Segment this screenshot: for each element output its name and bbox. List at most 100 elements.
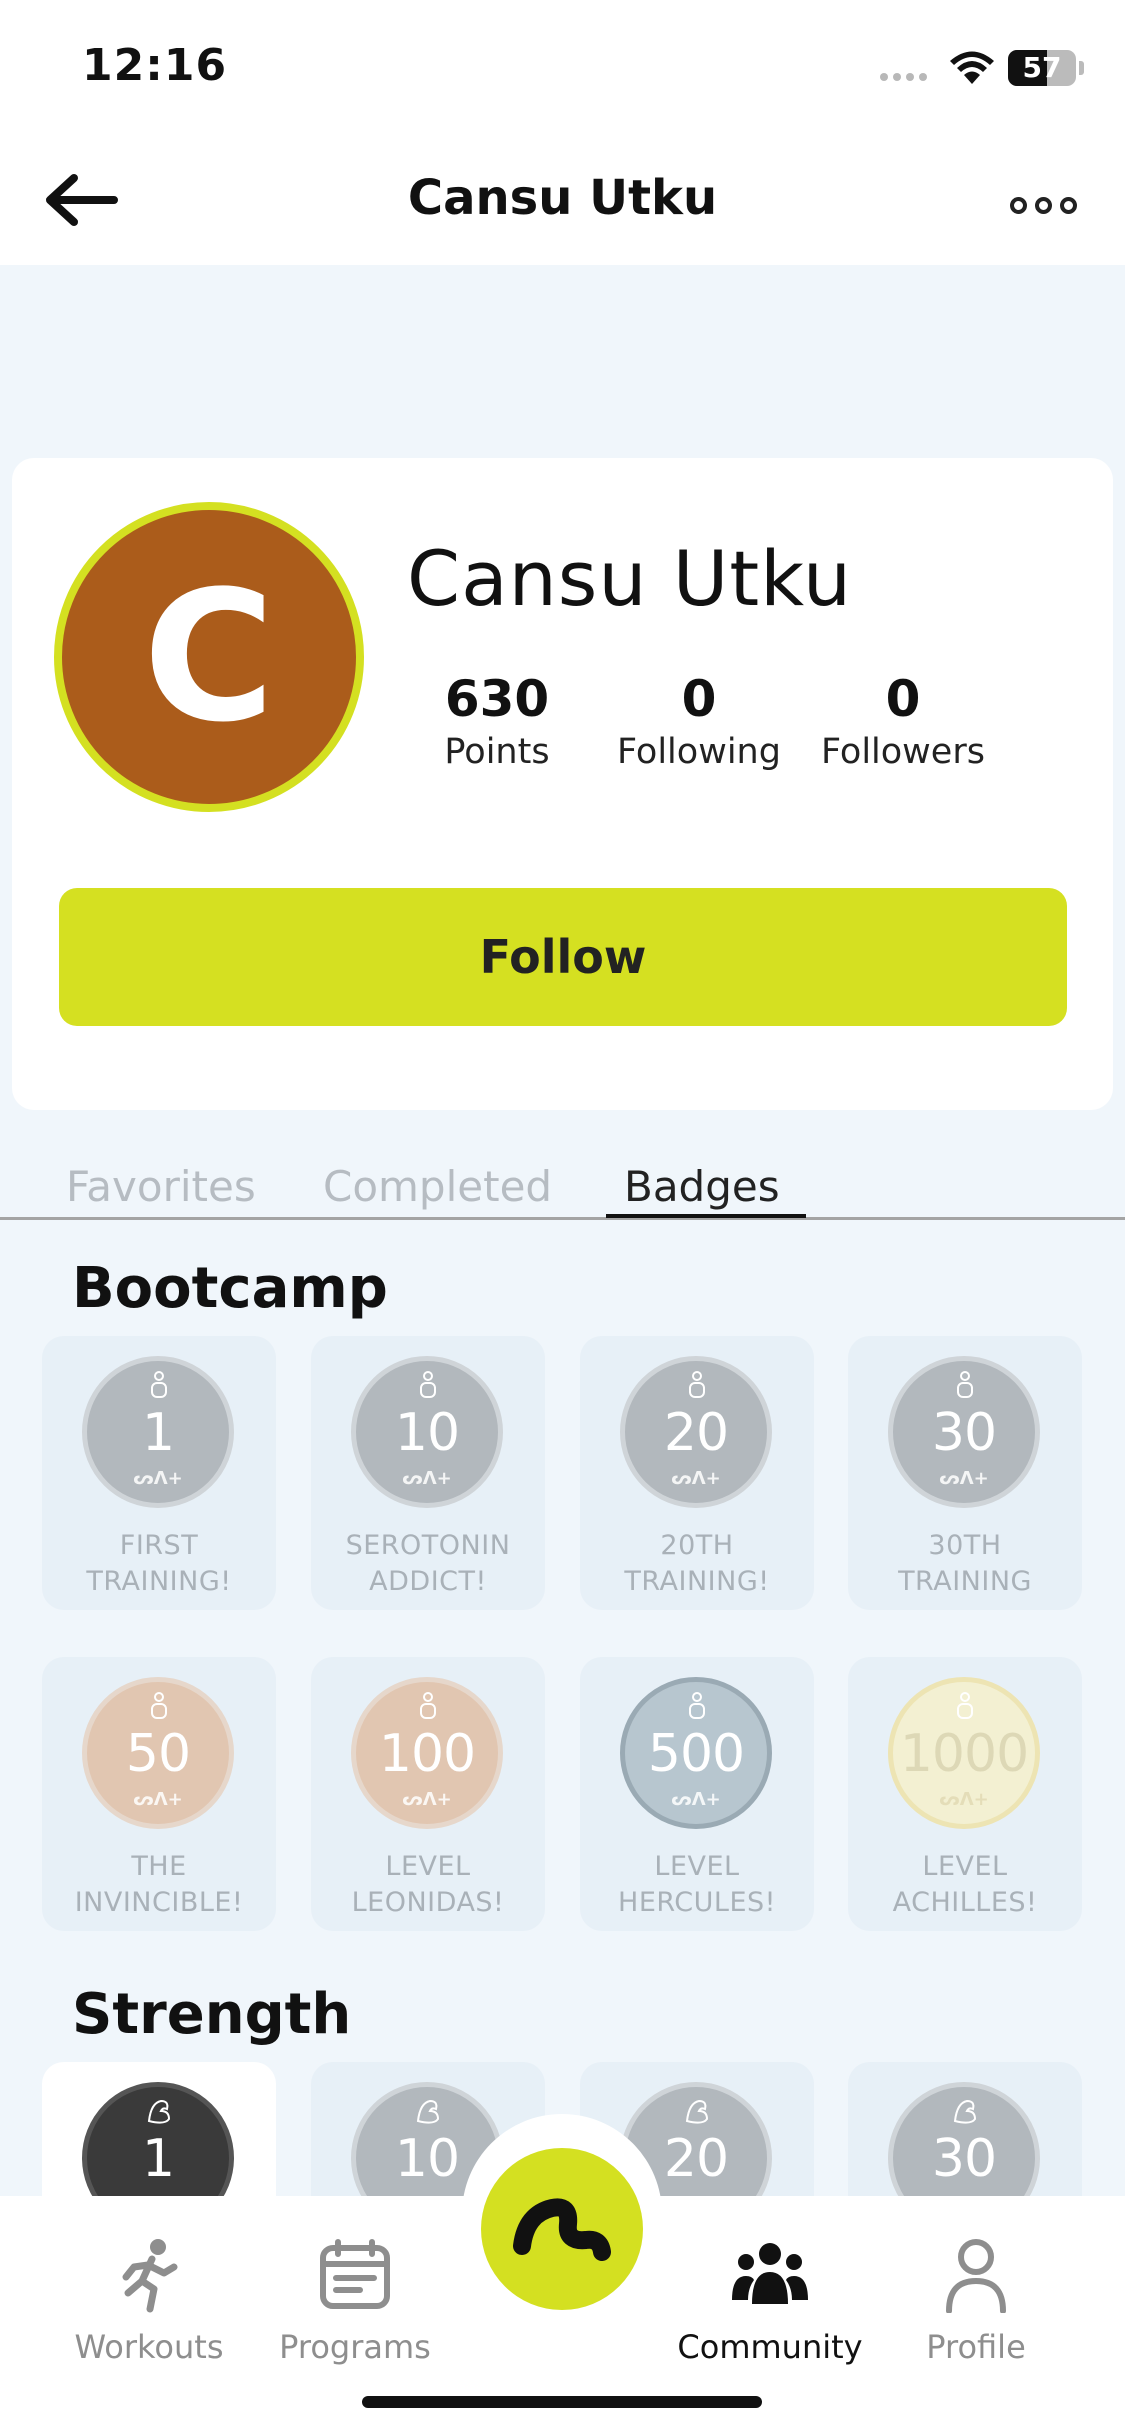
people-group-icon — [732, 2243, 808, 2304]
badge-logo: ᔕᐱ+ — [402, 1789, 452, 1810]
stat-label: Followers — [821, 732, 985, 772]
muscle-arm-icon — [416, 2099, 440, 2124]
home-indicator — [362, 2396, 762, 2408]
badge-label: LEVEL LEONIDAS! — [311, 1849, 545, 1921]
badge-label-line: LEVEL — [385, 1851, 471, 1882]
profile-tabs: Favorites Completed Badges — [0, 1140, 1125, 1220]
kettlebell-person-icon — [151, 1692, 167, 1719]
dot — [1060, 196, 1077, 214]
badge-logo: ᔕᐱ+ — [133, 1789, 183, 1810]
badge-logo: ᔕᐱ+ — [939, 1468, 989, 1489]
page-title: Cansu Utku — [407, 170, 718, 226]
badge-logo: ᔕᐱ+ — [133, 1468, 183, 1489]
stat-label: Following — [617, 732, 781, 772]
active-tab-indicator — [606, 1214, 806, 1218]
badge-label: LEVEL ACHILLES! — [848, 1849, 1082, 1921]
badge-card[interactable]: 10 ᔕᐱ+ SEROTONIN ADDICT! — [311, 1336, 545, 1610]
badge-card[interactable]: 50 ᔕᐱ+ THE INVINCIBLE! — [42, 1657, 276, 1931]
avatar: C — [54, 502, 364, 812]
badge-label: LEVEL HERCULES! — [580, 1849, 814, 1921]
badge-medal: 20 ᔕᐱ+ — [620, 1356, 772, 1508]
badge-number: 500 — [647, 1724, 745, 1784]
badge-medal: 1 ᔕᐱ+ — [82, 1356, 234, 1508]
badge-logo: ᔕᐱ+ — [402, 1468, 452, 1489]
kettlebell-person-icon — [420, 1371, 436, 1398]
navigation-bar: Cansu Utku — [0, 140, 1125, 265]
stat-value: 0 — [681, 670, 717, 728]
stat-value: 0 — [885, 670, 921, 728]
badge-label-line: ACHILLES! — [892, 1887, 1038, 1918]
battery-icon: 57 — [1008, 50, 1076, 86]
badge-card[interactable]: 30 ᔕᐱ+ 30TH TRAINING — [848, 1336, 1082, 1610]
stat-following[interactable]: 0 Following — [604, 670, 794, 772]
badge-card[interactable]: 500 ᔕᐱ+ LEVEL HERCULES! — [580, 1657, 814, 1931]
kettlebell-person-icon — [689, 1371, 705, 1398]
battery-level: 57 — [1022, 51, 1062, 84]
badge-card[interactable]: 20 ᔕᐱ+ 20TH TRAINING! — [580, 1336, 814, 1610]
kettlebell-person-icon — [420, 1692, 436, 1719]
stat-followers[interactable]: 0 Followers — [808, 670, 998, 772]
badge-label-line: FIRST — [119, 1530, 199, 1561]
badge-card[interactable]: 100 ᔕᐱ+ LEVEL LEONIDAS! — [311, 1657, 545, 1931]
dot — [1035, 196, 1052, 214]
badge-number: 30 — [931, 1403, 997, 1463]
muscle-arm-icon — [953, 2099, 977, 2124]
nav-programs[interactable]: Programs — [255, 2232, 455, 2366]
dot — [1010, 196, 1027, 214]
person-icon — [946, 2239, 1006, 2313]
nav-profile[interactable]: Profile — [876, 2232, 1076, 2366]
badge-label-line: TRAINING! — [86, 1566, 232, 1597]
badge-medal: 50 ᔕᐱ+ — [82, 1677, 234, 1829]
nav-workouts[interactable]: Workouts — [49, 2232, 249, 2366]
badge-number: 1 — [141, 2129, 175, 2189]
running-person-icon — [122, 2239, 178, 2313]
badge-logo: ᔕᐱ+ — [671, 1789, 721, 1810]
wifi-icon — [950, 51, 994, 84]
nav-community[interactable]: Community — [670, 2232, 870, 2366]
more-options-button[interactable] — [1010, 190, 1080, 220]
badge-medal: 10 ᔕᐱ+ — [351, 1356, 503, 1508]
badge-number: 50 — [125, 1724, 191, 1784]
badge-medal: 500 ᔕᐱ+ — [620, 1677, 772, 1829]
badge-label-line: HERCULES! — [618, 1887, 776, 1918]
badge-number: 100 — [378, 1724, 476, 1784]
badge-label-line: ADDICT! — [369, 1566, 487, 1597]
badge-label: SEROTONIN ADDICT! — [311, 1528, 545, 1600]
tab-completed[interactable]: Completed — [323, 1162, 552, 1211]
brand-logo-icon — [513, 2198, 611, 2261]
tab-favorites[interactable]: Favorites — [66, 1162, 256, 1211]
home-logo-button[interactable] — [481, 2148, 643, 2310]
badge-label-line: LEVEL — [922, 1851, 1008, 1882]
avatar-initial: C — [142, 552, 276, 762]
badge-card[interactable]: 1 ᔕᐱ+ FIRST TRAINING! — [42, 1336, 276, 1610]
tab-badges[interactable]: Badges — [624, 1162, 780, 1211]
badge-label-line: LEONIDAS! — [351, 1887, 505, 1918]
status-time: 12:16 — [82, 40, 228, 91]
badge-card[interactable]: 1000 ᔕᐱ+ LEVEL ACHILLES! — [848, 1657, 1082, 1931]
profile-name: Cansu Utku — [407, 534, 852, 623]
badge-logo: ᔕᐱ+ — [939, 1789, 989, 1810]
stat-points[interactable]: 630 Points — [402, 670, 592, 772]
badge-logo: ᔕᐱ+ — [671, 1468, 721, 1489]
kettlebell-person-icon — [957, 1692, 973, 1719]
badge-label-line: INVINCIBLE! — [74, 1887, 244, 1918]
badge-label-line: LEVEL — [654, 1851, 740, 1882]
section-title-strength: Strength — [72, 1982, 352, 2047]
badge-label: 30TH TRAINING — [848, 1528, 1082, 1600]
badge-label: THE INVINCIBLE! — [42, 1849, 276, 1921]
badge-medal: 100 ᔕᐱ+ — [351, 1677, 503, 1829]
kettlebell-person-icon — [689, 1692, 705, 1719]
profile-card: C Cansu Utku 630 Points 0 Following 0 Fo… — [12, 458, 1113, 1110]
badge-medal: 30 ᔕᐱ+ — [888, 1356, 1040, 1508]
badge-number: 20 — [663, 1403, 729, 1463]
nav-label: Community — [677, 2328, 863, 2366]
follow-button[interactable]: Follow — [59, 888, 1067, 1026]
kettlebell-person-icon — [151, 1371, 167, 1398]
section-title-bootcamp: Bootcamp — [72, 1256, 388, 1321]
badge-number: 1000 — [899, 1724, 1029, 1784]
badge-label-line: THE — [131, 1851, 187, 1882]
status-bar: 12:16 57 — [0, 0, 1125, 140]
kettlebell-person-icon — [957, 1371, 973, 1398]
badge-label-line: TRAINING — [898, 1566, 1032, 1597]
muscle-arm-icon — [147, 2099, 171, 2124]
